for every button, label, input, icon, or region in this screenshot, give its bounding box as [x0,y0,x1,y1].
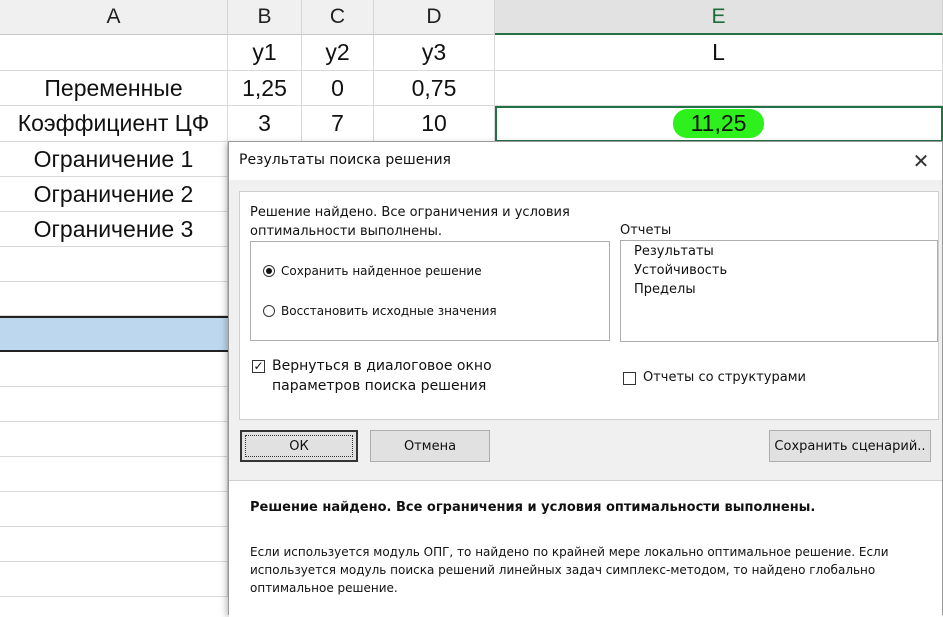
outline-reports-label: Отчеты со структурами [643,370,806,385]
cell-a15[interactable] [0,527,228,562]
cell-a10[interactable] [0,352,228,387]
cell-c3[interactable]: 7 [302,106,374,142]
save-scenario-button[interactable]: Сохранить сценарий.. [769,430,931,462]
reports-list[interactable]: Результаты Устойчивость Пределы [620,240,938,342]
cell-a4[interactable]: Ограничение 1 [0,142,228,177]
report-item[interactable]: Результаты [634,244,714,259]
column-header-c[interactable]: C [302,0,374,35]
checkbox-checked-icon: ✓ [252,359,265,373]
cell-c2[interactable]: 0 [302,71,374,106]
result-message: Решение найдено. Все ограничения и услов… [250,205,570,239]
dialog-titlebar[interactable]: Результаты поиска решения ✕ [229,142,942,180]
dialog-title: Результаты поиска решения [239,152,451,168]
solver-results-dialog: Результаты поиска решения ✕ Решение найд… [228,141,943,617]
cell-a14[interactable] [0,492,228,527]
cell-a5[interactable]: Ограничение 2 [0,177,228,212]
cell-a3[interactable]: Коэффициент ЦФ [0,106,228,142]
cell-a8[interactable] [0,282,228,316]
cell-d3[interactable]: 10 [374,106,495,142]
report-item[interactable]: Пределы [634,282,696,297]
radio-selected-icon [263,265,275,277]
outline-reports-checkbox[interactable]: Отчеты со структурами [623,368,806,388]
cancel-button[interactable]: Отмена [370,430,490,462]
column-header-e[interactable]: E [495,0,943,35]
selected-row[interactable] [0,316,231,352]
cell-a6[interactable]: Ограничение 3 [0,212,228,247]
column-header-d[interactable]: D [374,0,495,35]
info-text: Если используется модуль ОПГ, то найдено… [250,545,889,595]
info-heading: Решение найдено. Все ограничения и услов… [250,500,816,515]
cell-a16[interactable] [0,562,228,597]
cell-b3[interactable]: 3 [228,106,302,142]
cell-a13[interactable] [0,457,228,492]
selected-cell-border [495,106,943,142]
radio-keep-solution[interactable]: Сохранить найденное решение [263,264,482,278]
column-header-b[interactable]: B [228,0,302,35]
info-panel: Решение найдено. Все ограничения и услов… [229,480,942,617]
radio-keep-label: Сохранить найденное решение [281,264,482,278]
cell-e2[interactable] [495,71,943,106]
cell-b1[interactable]: y1 [228,35,302,71]
reports-label: Отчеты [620,223,672,238]
cell-a7[interactable] [0,247,228,282]
radio-unselected-icon [263,305,275,317]
cell-d2[interactable]: 0,75 [374,71,495,106]
ok-button[interactable]: ОК [240,430,358,462]
cell-e1[interactable]: L [495,35,943,71]
cell-d1[interactable]: y3 [374,35,495,71]
radio-restore-values[interactable]: Восстановить исходные значения [263,304,497,318]
radio-restore-label: Восстановить исходные значения [281,304,497,318]
radio-group [250,241,610,341]
cell-c1[interactable]: y2 [302,35,374,71]
cell-b2[interactable]: 1,25 [228,71,302,106]
cell-a1[interactable] [0,35,228,71]
checkbox-unchecked-icon [623,372,636,385]
column-header-a[interactable]: A [0,0,228,35]
return-to-solver-label: Вернуться в диалоговое окно параметров п… [272,358,492,394]
cell-a12[interactable] [0,422,228,457]
return-to-solver-checkbox[interactable]: ✓ Вернуться в диалоговое окно параметров… [252,356,582,396]
cell-a11[interactable] [0,387,228,422]
report-item[interactable]: Устойчивость [634,263,727,278]
close-icon[interactable]: ✕ [908,148,934,174]
cell-a2[interactable]: Переменные [0,71,228,106]
